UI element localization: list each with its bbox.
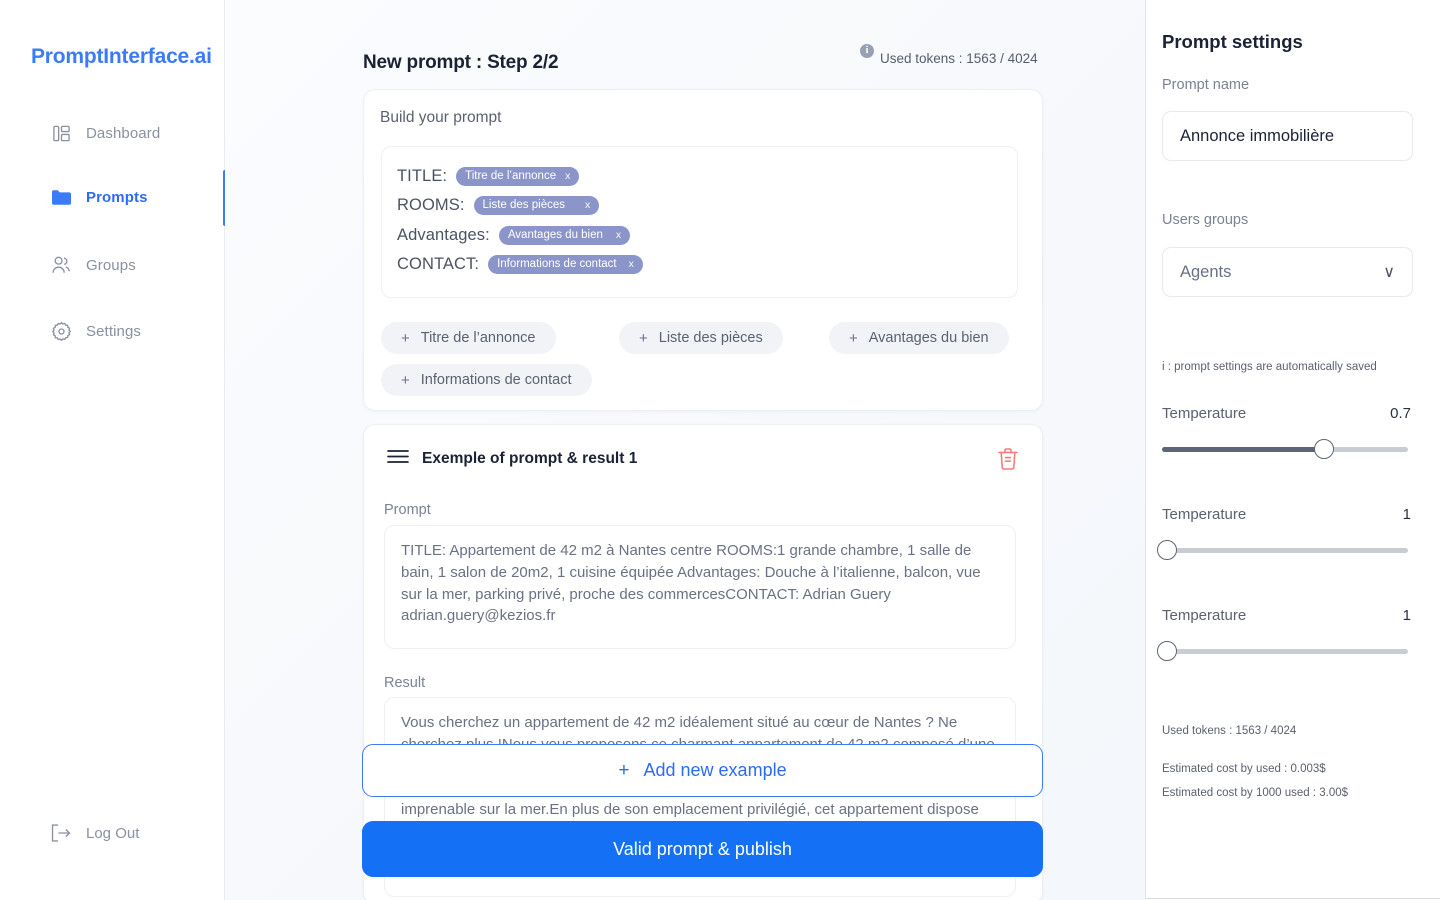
add-field-liste-button[interactable]: + Liste des pièces xyxy=(619,322,783,354)
dashboard-icon xyxy=(48,120,74,146)
add-field-avantages-button[interactable]: + Avantages du bien xyxy=(829,322,1009,354)
plus-icon: + xyxy=(639,329,648,347)
prompt-structure-box: TITLE: Titre de l’annonce x ROOMS: Liste… xyxy=(381,146,1018,298)
plus-icon: + xyxy=(401,371,410,389)
plus-icon: + xyxy=(401,329,410,347)
settings-autosave-note: i : prompt settings are automatically sa… xyxy=(1162,361,1377,373)
sidebar-item-label: Groups xyxy=(86,256,136,274)
logout-button[interactable]: Log Out xyxy=(0,812,225,854)
prompt-chip-label: Liste des pièces xyxy=(482,199,565,211)
add-field-label: Avantages du bien xyxy=(868,330,989,346)
slider-label: Temperature xyxy=(1162,607,1247,624)
remove-chip-icon[interactable]: x xyxy=(629,258,634,270)
prompt-row-key: ROOMS: xyxy=(397,196,465,214)
prompt-settings-panel: Prompt settings Prompt name Annonce immo… xyxy=(1145,0,1440,899)
prompt-name-label: Prompt name xyxy=(1162,77,1250,93)
prompt-chip[interactable]: Avantages du bien x xyxy=(498,226,631,245)
slider-fill xyxy=(1162,447,1325,452)
sidebar-item-groups[interactable]: Groups xyxy=(0,243,225,287)
prompt-name-input[interactable]: Annonce immobilière xyxy=(1162,111,1413,161)
folder-icon xyxy=(48,184,74,210)
result-field-label: Result xyxy=(384,675,426,691)
example-title: Exemple of prompt & result 1 xyxy=(422,450,638,467)
plus-icon: + xyxy=(849,329,858,347)
slider-value: 0.7 xyxy=(1390,405,1411,422)
slider-track[interactable] xyxy=(1157,540,1408,560)
prompt-settings-title: Prompt settings xyxy=(1162,31,1303,52)
slider-label: Temperature xyxy=(1162,506,1247,523)
users-groups-value: Agents xyxy=(1180,262,1232,281)
slider-knob[interactable] xyxy=(1157,540,1177,560)
estimated-cost-used-stat: Estimated cost by used : 0.003$ xyxy=(1162,763,1326,775)
add-field-titre-button[interactable]: + Titre de l’annonce xyxy=(381,322,556,354)
plus-icon: + xyxy=(618,759,630,781)
users-icon xyxy=(48,252,74,278)
sidebar-item-settings[interactable]: Settings xyxy=(0,309,225,353)
prompt-field-label: Prompt xyxy=(384,502,431,518)
prompt-row-rooms: ROOMS: Liste des pièces x xyxy=(397,196,600,215)
add-field-label: Informations de contact xyxy=(420,372,572,388)
add-new-example-button[interactable]: + Add new example xyxy=(362,744,1043,797)
sidebar-item-label: Dashboard xyxy=(86,124,161,142)
chevron-down-icon: ∨ xyxy=(1383,264,1395,281)
logout-label: Log Out xyxy=(86,824,140,842)
sidebar-item-dashboard[interactable]: Dashboard xyxy=(0,111,225,155)
slider-value: 1 xyxy=(1402,506,1411,523)
prompt-row-title: TITLE: Titre de l’annonce x xyxy=(397,167,580,186)
token-usage-text: Used tokens : 1563 / 4024 xyxy=(880,51,1038,66)
logout-icon xyxy=(48,820,74,846)
add-field-label: Titre de l’annonce xyxy=(420,330,536,346)
prompt-row-key: CONTACT: xyxy=(397,255,480,273)
trash-icon[interactable] xyxy=(997,447,1019,476)
app-root: PromptInterface.ai Dashboard Prompts Gro… xyxy=(0,0,1440,900)
sidebar: PromptInterface.ai Dashboard Prompts Gro… xyxy=(0,0,227,900)
prompt-row-key: TITLE: xyxy=(397,167,448,185)
sidebar-item-label: Settings xyxy=(86,322,141,340)
slider-track[interactable] xyxy=(1162,439,1408,459)
prompt-chip-label: Informations de contact xyxy=(497,258,617,270)
sidebar-item-label: Prompts xyxy=(86,188,148,206)
prompt-field-value[interactable]: TITLE: Appartement de 42 m2 à Nantes cen… xyxy=(384,525,1016,649)
build-prompt-title: Build your prompt xyxy=(380,109,502,126)
prompt-row-contact: CONTACT: Informations de contact x xyxy=(397,255,643,274)
slider-label: Temperature xyxy=(1162,405,1247,422)
info-icon[interactable]: i xyxy=(860,44,874,58)
users-groups-select[interactable]: Agents ∨ xyxy=(1162,247,1413,297)
prompt-chip-label: Titre de l’annonce xyxy=(465,170,557,182)
hamburger-icon[interactable] xyxy=(387,449,409,469)
remove-chip-icon[interactable]: x xyxy=(565,170,570,182)
estimated-cost-1000-stat: Estimated cost by 1000 used : 3.00$ xyxy=(1162,787,1349,799)
add-field-label: Liste des pièces xyxy=(658,330,763,346)
used-tokens-stat: Used tokens : 1563 / 4024 xyxy=(1162,725,1297,737)
build-prompt-card: Build your prompt TITLE: Titre de l’anno… xyxy=(363,89,1043,411)
slider-knob[interactable] xyxy=(1314,439,1335,459)
valid-prompt-publish-button[interactable]: Valid prompt & publish xyxy=(362,821,1043,877)
prompt-chip[interactable]: Informations de contact x xyxy=(488,255,643,274)
prompt-chip[interactable]: Titre de l’annonce x xyxy=(456,167,580,186)
prompt-row-advantages: Advantages: Avantages du bien x xyxy=(397,226,631,245)
sidebar-item-prompts[interactable]: Prompts xyxy=(0,175,225,219)
page-title: New prompt : Step 2/2 xyxy=(363,52,559,73)
slider-knob[interactable] xyxy=(1157,641,1177,661)
users-groups-label: Users groups xyxy=(1162,212,1249,228)
remove-chip-icon[interactable]: x xyxy=(585,199,590,211)
remove-chip-icon[interactable]: x xyxy=(616,229,621,241)
slider-value: 1 xyxy=(1402,607,1411,624)
prompt-chip-label: Avantages du bien xyxy=(507,229,603,241)
slider-track[interactable] xyxy=(1157,641,1408,661)
prompt-row-key: Advantages: xyxy=(397,226,490,244)
gear-icon xyxy=(48,318,74,344)
token-usage: i Used tokens : 1563 / 4024 xyxy=(860,42,1038,66)
example-header: Exemple of prompt & result 1 xyxy=(387,449,637,469)
add-new-example-label: Add new example xyxy=(643,760,787,780)
brand-logo[interactable]: PromptInterface.ai xyxy=(31,45,212,69)
prompt-chip[interactable]: Liste des pièces x xyxy=(473,196,600,215)
add-field-contact-button[interactable]: + Informations de contact xyxy=(381,364,592,396)
valid-prompt-label: Valid prompt & publish xyxy=(613,838,792,859)
